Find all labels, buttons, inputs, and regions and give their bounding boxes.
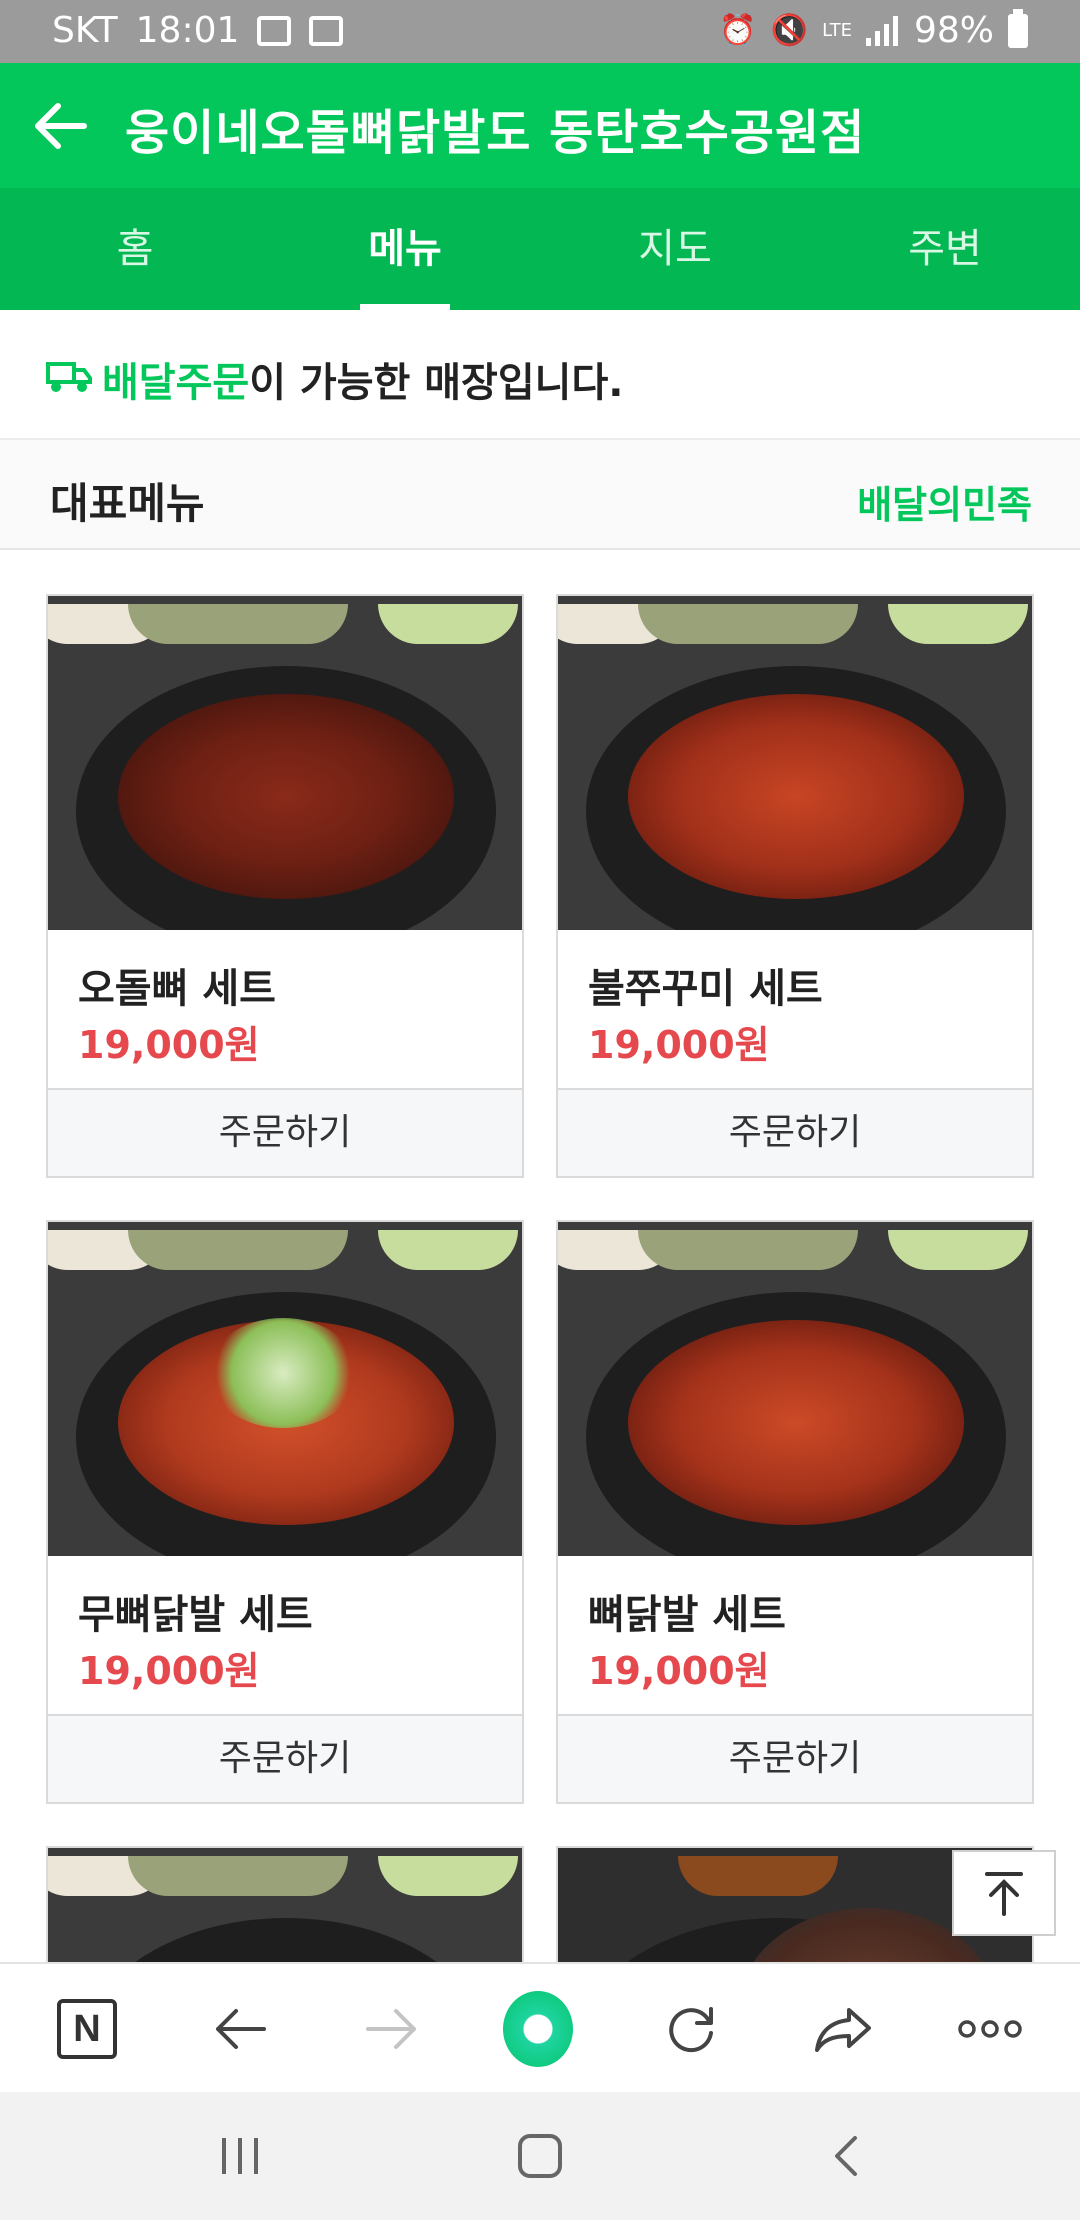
order-button[interactable]: 주문하기 xyxy=(48,1090,522,1176)
recents-icon xyxy=(222,2138,258,2174)
mute-icon: 🔇 xyxy=(770,12,809,48)
voicemail-icon xyxy=(309,15,344,46)
share-icon xyxy=(815,2008,871,2052)
menu-card: 뼈닭발 세트 19,000원 주문하기 xyxy=(556,1220,1034,1804)
app-bar: 웅이네오돌뼈닭발도 동탄호수공원점 xyxy=(0,63,1080,188)
recents-button[interactable] xyxy=(210,2130,270,2182)
order-button[interactable]: 주문하기 xyxy=(48,1716,522,1802)
back-icon xyxy=(835,2136,857,2176)
section-header: 대표메뉴 배달의민족 xyxy=(0,440,1080,550)
menu-name: 오돌뼈 세트 xyxy=(78,966,276,1012)
forward-arrow-icon xyxy=(366,2009,416,2049)
tab-menu[interactable]: 메뉴 xyxy=(270,188,540,310)
tab-home[interactable]: 홈 xyxy=(0,188,270,310)
forward-button[interactable] xyxy=(357,1994,427,2064)
home-icon xyxy=(518,2134,562,2178)
back-arrow-icon xyxy=(216,2009,266,2049)
green-dot-icon xyxy=(503,1991,573,2067)
share-button[interactable] xyxy=(808,1994,878,2064)
delivery-text: 배달주문이 가능한 매장입니다. xyxy=(102,350,623,408)
scroll-top-button[interactable] xyxy=(952,1850,1056,1936)
menu-name: 불쭈꾸미 세트 xyxy=(588,966,823,1012)
system-nav-bar xyxy=(0,2092,1080,2220)
tab-nearby[interactable]: 주변 xyxy=(810,188,1080,310)
tab-map[interactable]: 지도 xyxy=(540,188,810,310)
menu-name: 무뼈닭발 세트 xyxy=(78,1592,313,1638)
signal-icon xyxy=(865,15,898,46)
menu-photo-odolppyeo[interactable] xyxy=(48,596,522,930)
more-button[interactable] xyxy=(955,1994,1025,2064)
menu-photo-buljjukkumi[interactable] xyxy=(558,596,1032,930)
menu-price: 19,000원 xyxy=(78,1023,260,1067)
menu-card: 무뼈닭발 세트 19,000원 주문하기 xyxy=(46,1220,524,1804)
menu-price: 19,000원 xyxy=(588,1023,770,1067)
delivery-notice: 배달주문이 가능한 매장입니다. xyxy=(0,310,1080,440)
alarm-icon: ⏰ xyxy=(719,12,757,48)
battery-icon xyxy=(1008,8,1028,48)
system-back-button[interactable] xyxy=(816,2130,876,2182)
menu-price: 19,000원 xyxy=(78,1649,260,1693)
arrow-left-icon[interactable] xyxy=(28,91,98,161)
order-button[interactable]: 주문하기 xyxy=(558,1716,1032,1802)
network-type: LTE xyxy=(822,19,852,41)
home-button[interactable] xyxy=(510,2130,570,2182)
place-title: 웅이네오돌뼈닭발도 동탄호수공원점 xyxy=(125,105,866,161)
naver-home-button[interactable]: N xyxy=(52,1994,122,2064)
menu-info: 무뼈닭발 세트 19,000원 xyxy=(48,1556,522,1716)
naver-home-icon: N xyxy=(57,1999,117,2059)
baemin-link[interactable]: 배달의민족 xyxy=(857,474,1032,529)
order-button[interactable]: 주문하기 xyxy=(558,1090,1032,1176)
menu-info: 뼈닭발 세트 19,000원 xyxy=(558,1556,1032,1716)
green-dot-button[interactable] xyxy=(503,1991,573,2067)
carrier-label: SKT xyxy=(52,10,118,51)
battery-percent: 98% xyxy=(913,10,994,51)
delivery-truck-icon xyxy=(46,362,92,392)
back-button[interactable] xyxy=(205,1994,275,2064)
menu-info: 오돌뼈 세트 19,000원 xyxy=(48,930,522,1090)
more-icon xyxy=(958,2020,1022,2038)
status-bar: SKT 18:01 ⏰ 🔇 LTE 98% xyxy=(0,0,1080,63)
clock-time: 18:01 xyxy=(135,10,240,51)
tab-bar: 홈 메뉴 지도 주변 xyxy=(0,188,1080,310)
delivery-highlight[interactable]: 배달주문 xyxy=(102,360,249,406)
refresh-button[interactable] xyxy=(656,1994,726,2064)
menu-info: 불쭈꾸미 세트 19,000원 xyxy=(558,930,1032,1090)
browser-toolbar: N xyxy=(0,1962,1080,2092)
menu-photo-partial[interactable] xyxy=(48,1848,522,1966)
delivery-rest: 이 가능한 매장입니다. xyxy=(249,360,624,406)
section-title: 대표메뉴 xyxy=(50,479,205,528)
menu-grid: 오돌뼈 세트 19,000원 주문하기 불쭈꾸미 세트 19,000원 주문하기 xyxy=(0,550,1080,1966)
gallery-icon xyxy=(257,15,292,46)
menu-price: 19,000원 xyxy=(588,1649,770,1693)
menu-photo-mubbyeo-dakbal[interactable] xyxy=(48,1222,522,1556)
menu-name: 뼈닭발 세트 xyxy=(588,1592,786,1638)
menu-photo-ppyeo-dakbal[interactable] xyxy=(558,1222,1032,1556)
menu-card: 불쭈꾸미 세트 19,000원 주문하기 xyxy=(556,594,1034,1178)
arrow-up-to-top-icon xyxy=(985,1872,1023,1916)
refresh-icon xyxy=(669,2007,713,2053)
menu-card: 오돌뼈 세트 19,000원 주문하기 xyxy=(46,594,524,1178)
menu-card-partial xyxy=(46,1846,524,1966)
